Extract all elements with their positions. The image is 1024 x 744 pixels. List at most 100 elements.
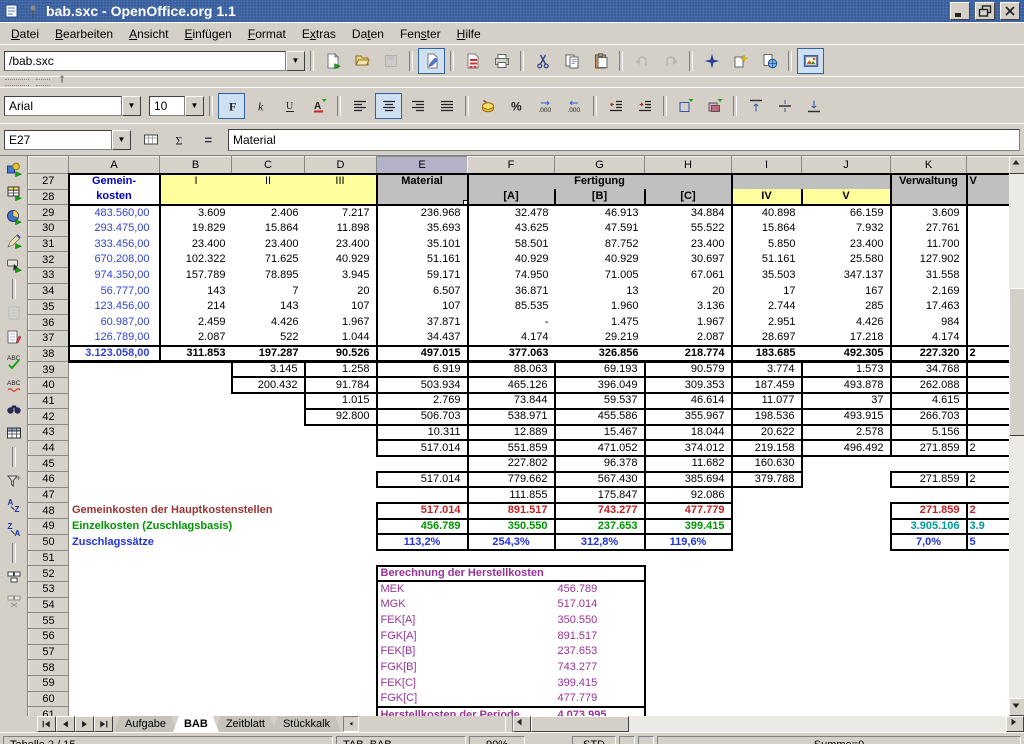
cell-B58[interactable]: [160, 660, 232, 676]
cell-H45[interactable]: 11.682: [645, 456, 732, 472]
cell-F59[interactable]: [468, 676, 555, 692]
cell-C31[interactable]: 23.400: [232, 236, 305, 252]
row-header-50[interactable]: 50: [29, 534, 69, 550]
cell-C58[interactable]: [232, 660, 305, 676]
cell-F51[interactable]: [468, 550, 555, 566]
cell-B36[interactable]: 2.459: [160, 315, 232, 331]
row-header-48[interactable]: 48: [29, 503, 69, 519]
cell-K57[interactable]: [891, 644, 967, 660]
cell-E28[interactable]: [377, 189, 468, 205]
sheet-tab-bab[interactable]: BAB: [173, 716, 219, 732]
cell-A57[interactable]: [69, 644, 160, 660]
cell-H35[interactable]: 3.136: [645, 299, 732, 315]
cell-D43[interactable]: [305, 425, 377, 441]
menu-fenster[interactable]: Fenster: [392, 25, 449, 43]
cell-E57[interactable]: FEK[B]: [377, 644, 468, 660]
cell-I59[interactable]: [732, 676, 802, 692]
cell-B56[interactable]: [160, 628, 232, 644]
cell-H30[interactable]: 55.522: [645, 221, 732, 237]
cell-K46[interactable]: 271.859: [891, 472, 967, 488]
cell-E46[interactable]: 517.014: [377, 472, 468, 488]
cell-B32[interactable]: 102.322: [160, 252, 232, 268]
group-button[interactable]: [3, 567, 25, 587]
cell-B60[interactable]: [160, 691, 232, 707]
cell-F32[interactable]: 40.929: [468, 252, 555, 268]
cell-I45[interactable]: 160.630: [732, 456, 802, 472]
cell-A61[interactable]: [69, 707, 160, 716]
cell-A34[interactable]: 56.777,00: [69, 283, 160, 299]
cell-F56[interactable]: [468, 628, 555, 644]
valign-top-button[interactable]: [742, 93, 769, 119]
cell-A58[interactable]: [69, 660, 160, 676]
row-header-28[interactable]: 28: [29, 189, 69, 205]
cell-I61[interactable]: [732, 707, 802, 716]
row-header-45[interactable]: 45: [29, 456, 69, 472]
cell-F46[interactable]: 779.662: [468, 472, 555, 488]
cell-K54[interactable]: [891, 597, 967, 613]
cell-C37[interactable]: 522: [232, 330, 305, 346]
cell-B37[interactable]: 2.087: [160, 330, 232, 346]
cell-C36[interactable]: 4.426: [232, 315, 305, 331]
url-input[interactable]: [4, 51, 286, 71]
cell-K42[interactable]: 266.703: [891, 409, 967, 425]
cell-J46[interactable]: [802, 472, 891, 488]
cell-G37[interactable]: 29.219: [555, 330, 645, 346]
tab-next-button[interactable]: [75, 716, 94, 732]
cell-E55[interactable]: FEK[A]: [377, 613, 468, 629]
valign-bottom-button[interactable]: [800, 93, 827, 119]
cell-K31[interactable]: 11.700: [891, 236, 967, 252]
cell-J56[interactable]: [802, 628, 891, 644]
cell-C46[interactable]: [232, 472, 305, 488]
cell-B39[interactable]: [160, 362, 232, 378]
row-header-60[interactable]: 60: [29, 691, 69, 707]
cell-L38[interactable]: 2: [967, 346, 1010, 362]
cell-I30[interactable]: 15.864: [732, 221, 802, 237]
cell-B51[interactable]: [160, 550, 232, 566]
cell-H28[interactable]: [C]: [645, 189, 732, 205]
copy-button[interactable]: [558, 48, 585, 74]
cell-B46[interactable]: [160, 472, 232, 488]
cell-I37[interactable]: 28.697: [732, 330, 802, 346]
cell-L46[interactable]: 2: [967, 472, 1010, 488]
cell-G39[interactable]: 69.193: [555, 362, 645, 378]
row-header-41[interactable]: 41: [29, 393, 69, 409]
cell-H59[interactable]: [645, 676, 732, 692]
align-center-button[interactable]: [375, 93, 402, 119]
cell-F47[interactable]: 111.855: [468, 487, 555, 503]
scroll-up-button[interactable]: [1009, 156, 1024, 174]
row-header-59[interactable]: 59: [29, 676, 69, 692]
cell-I36[interactable]: 2.951: [732, 315, 802, 331]
cell-L47[interactable]: [967, 487, 1010, 503]
cell-B54[interactable]: [160, 597, 232, 613]
sheet-tab-zeitblatt[interactable]: Zeitblatt: [215, 716, 276, 732]
cell-G55[interactable]: 350.550: [555, 613, 645, 629]
cell-E45[interactable]: [377, 456, 468, 472]
row-header-61[interactable]: 61: [29, 707, 69, 716]
cell-K30[interactable]: 27.761: [891, 221, 967, 237]
cell-A53[interactable]: [69, 581, 160, 597]
cell-K36[interactable]: 984: [891, 315, 967, 331]
insert-object-button[interactable]: [3, 207, 25, 227]
equals-button[interactable]: =: [195, 127, 222, 153]
cell-E60[interactable]: FGK[C]: [377, 691, 468, 707]
cell-E31[interactable]: 35.101: [377, 236, 468, 252]
row-header-57[interactable]: 57: [29, 644, 69, 660]
cell-H40[interactable]: 309.353: [645, 377, 732, 393]
cell-reference-dropdown-button[interactable]: ▼: [112, 130, 131, 150]
align-right-button[interactable]: [404, 93, 431, 119]
hyperlink-button[interactable]: [756, 48, 783, 74]
cell-F55[interactable]: [468, 613, 555, 629]
restore-button[interactable]: [975, 2, 995, 20]
cell-E44[interactable]: 517.014: [377, 440, 468, 456]
cell-L48[interactable]: 2: [967, 503, 1010, 519]
cell-H29[interactable]: 34.884: [645, 205, 732, 221]
sort-descending-button[interactable]: ZA: [3, 519, 25, 539]
cell-H49[interactable]: 399.415: [645, 519, 732, 535]
row-header-39[interactable]: 39: [29, 362, 69, 378]
horizontal-scrollbar-thumb[interactable]: [531, 716, 629, 732]
cell-I29[interactable]: 40.898: [732, 205, 802, 221]
cell-F57[interactable]: [468, 644, 555, 660]
row-header-34[interactable]: 34: [29, 283, 69, 299]
sheet-tab-stuckkalk[interactable]: Stückkalk: [272, 716, 341, 732]
cell-D53[interactable]: [305, 581, 377, 597]
